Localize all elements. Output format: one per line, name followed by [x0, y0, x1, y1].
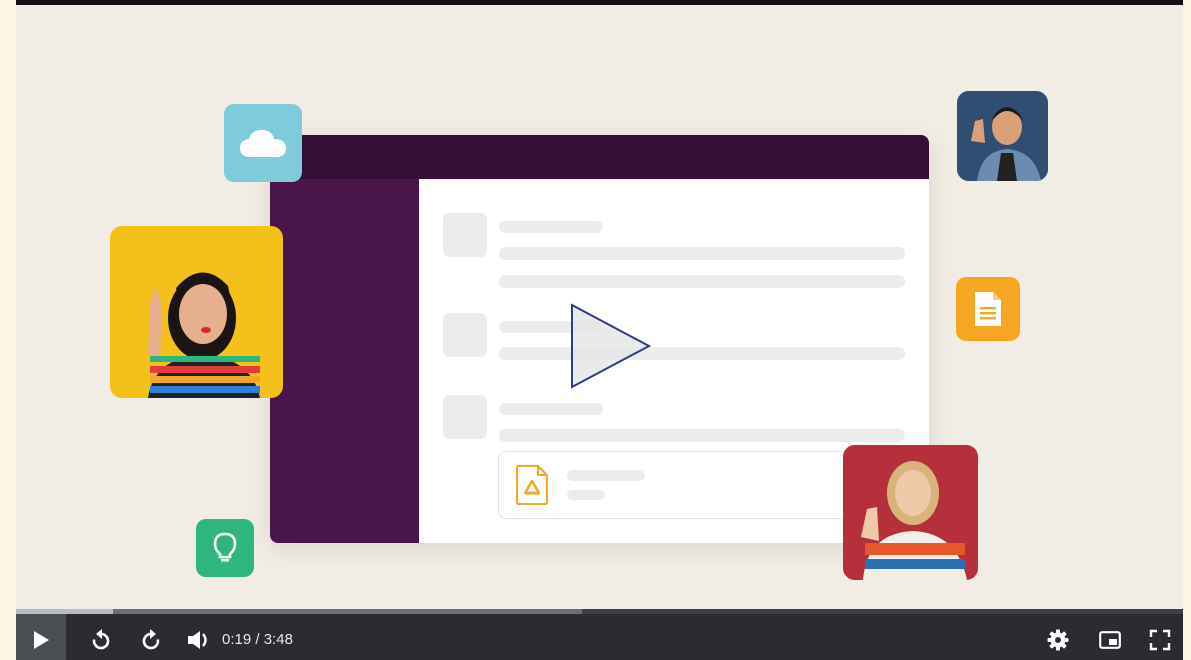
fullscreen-icon [1149, 629, 1171, 650]
fullscreen-button[interactable] [1140, 614, 1180, 660]
forward-icon [142, 628, 160, 649]
message-line-placeholder [499, 429, 905, 442]
volume-icon [188, 630, 207, 649]
lightbulb-icon [196, 519, 254, 577]
play-button[interactable] [16, 614, 66, 660]
time-separator: / [251, 631, 264, 648]
file-meta-placeholder [567, 490, 605, 500]
app-sidebar [270, 179, 419, 543]
rewind-icon [92, 628, 110, 649]
picture-in-picture-icon [1099, 630, 1121, 649]
man-waving-avatar [957, 91, 1048, 181]
current-time: 0:19 [222, 631, 252, 648]
message-line-placeholder [499, 347, 905, 360]
volume-button[interactable] [176, 614, 222, 660]
message-name-placeholder [499, 403, 603, 415]
picture-in-picture-button[interactable] [1090, 614, 1130, 660]
woman-pointing-avatar [110, 226, 283, 398]
message-avatar-placeholder [443, 213, 487, 257]
message-avatar-placeholder [443, 395, 487, 439]
time-display: 0:19 / 3:48 [222, 614, 293, 660]
big-play-button[interactable] [569, 301, 653, 391]
file-attachment-card [498, 451, 860, 519]
document-icon [956, 277, 1020, 341]
google-drive-file-icon [516, 465, 548, 505]
duration: 3:48 [263, 631, 293, 648]
file-name-placeholder [567, 470, 645, 481]
rewind-button[interactable] [78, 614, 124, 660]
app-titlebar [270, 135, 929, 179]
message-line-placeholder [499, 275, 905, 288]
gear-icon [1047, 629, 1069, 650]
forward-button[interactable] [128, 614, 174, 660]
woman-waving-avatar [843, 445, 978, 580]
message-name-placeholder [499, 221, 603, 233]
page-edge [1183, 0, 1191, 660]
control-bar: 0:19 / 3:48 [16, 614, 1183, 660]
play-icon [34, 630, 49, 649]
video-player[interactable]: 0:19 / 3:48 [16, 0, 1183, 660]
message-line-placeholder [499, 247, 905, 260]
settings-button[interactable] [1038, 614, 1078, 660]
message-avatar-placeholder [443, 313, 487, 357]
cloud-icon [224, 104, 302, 182]
